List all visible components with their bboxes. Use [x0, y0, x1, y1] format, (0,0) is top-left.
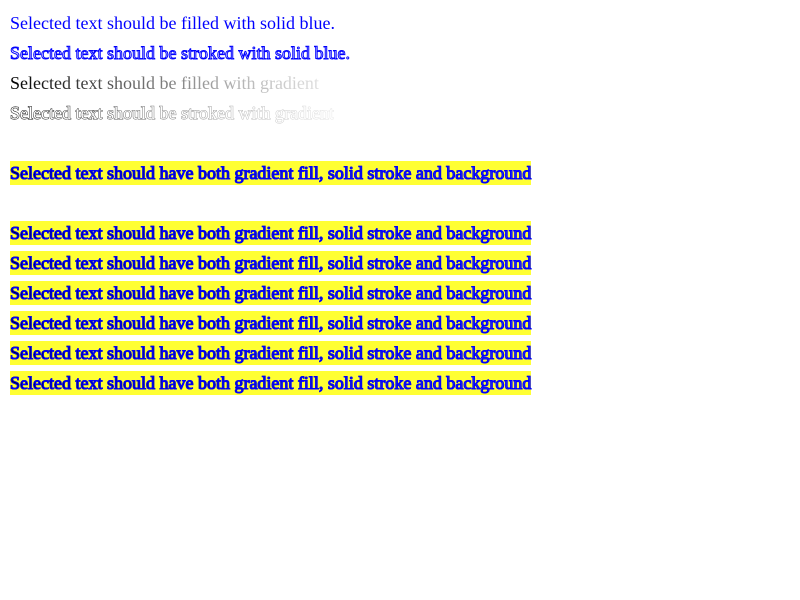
text-line-combo: Selected text should have both gradient … — [9, 341, 532, 365]
text-line-gradient-fill: Selected text should be filled with grad… — [10, 73, 319, 93]
text-line-combo-label: Selected text should have both gradient … — [9, 223, 532, 244]
text-line-solid-stroke: Selected text should be stroked with sol… — [10, 43, 351, 64]
text-line-combo-label: Selected text should have both gradient … — [9, 373, 532, 394]
text-line-solid-fill: Selected text should be filled with soli… — [10, 13, 335, 33]
text-line-combo: Selected text should have both gradient … — [9, 221, 532, 245]
text-line-combo: Selected text should have both gradient … — [9, 311, 532, 335]
text-line-combo: Selected text should have both gradient … — [9, 251, 532, 275]
text-line-combo: Selected text should have both gradient … — [9, 371, 532, 395]
text-line-combo: Selected text should have both gradient … — [9, 281, 532, 305]
text-line-combo-label: Selected text should have both gradient … — [9, 163, 532, 184]
text-line-combo-label: Selected text should have both gradient … — [9, 253, 532, 274]
text-line-combo-label: Selected text should have both gradient … — [9, 283, 532, 304]
text-line-combo: Selected text should have both gradient … — [9, 161, 532, 185]
text-line-combo-label: Selected text should have both gradient … — [9, 343, 532, 364]
text-line-gradient-stroke: Selected text should be stroked with gra… — [10, 103, 335, 124]
text-line-combo-label: Selected text should have both gradient … — [9, 313, 532, 334]
